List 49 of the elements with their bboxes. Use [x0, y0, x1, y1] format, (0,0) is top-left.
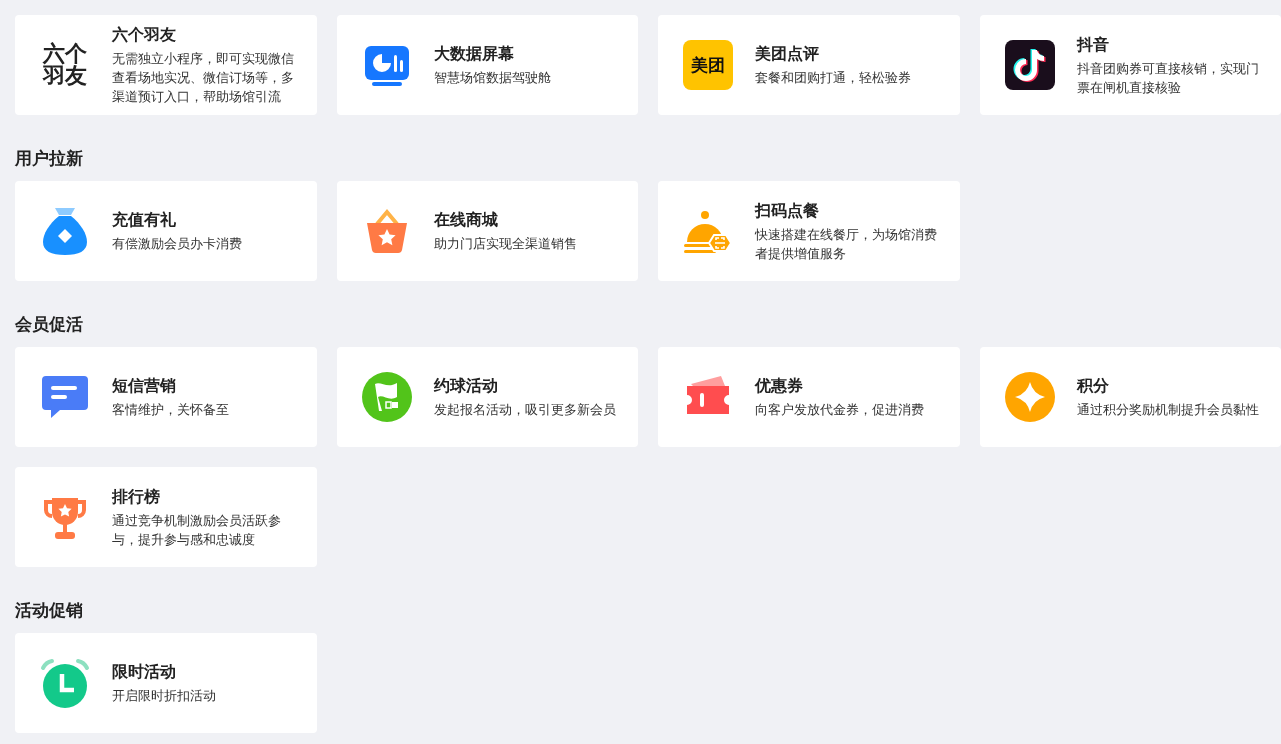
feature-card[interactable]: 充值有礼 有偿激励会员办卡消费 [15, 181, 317, 281]
feature-card[interactable]: 在线商城 助力门店实现全渠道销售 [336, 181, 638, 281]
card-title: 优惠券 [755, 375, 804, 397]
section-heading: 活动促销 [15, 600, 84, 620]
card-description: 抖音团购券可直接核销，实现门票在闸机直接核验 [1076, 59, 1260, 97]
flag-icon [361, 372, 412, 422]
feature-card[interactable]: 限时活动 开启限时折扣活动 [15, 633, 317, 733]
feature-card[interactable]: 扫码点餐 快速搭建在线餐厅，为场馆消费者提供增值服务 [658, 181, 960, 281]
card-description: 客情维护，关怀备至 [112, 401, 229, 419]
card-description: 有偿激励会员办卡消费 [112, 235, 242, 253]
card-title: 排行榜 [112, 485, 161, 508]
feature-card[interactable]: 优惠券 向客户发放代金券，促进消费 [658, 347, 960, 447]
note-icon [1004, 40, 1055, 90]
feature-card[interactable]: 积分 通过积分奖励机制提升会员黏性 [979, 347, 1281, 447]
feature-card[interactable]: 抖音 抖音团购券可直接核销，实现门票在闸机直接核验 [979, 15, 1281, 115]
card-description: 开启限时折扣活动 [112, 687, 216, 705]
card-title: 约球活动 [433, 375, 499, 397]
card-description: 智慧场馆数据驾驶舱 [433, 69, 551, 87]
card-description: 无需独立小程序，即可实现微信查看场地实况、微信订场等，多渠道预订入口，帮助场馆引流 [112, 50, 295, 106]
card-title: 抖音 [1076, 33, 1110, 56]
card-description: 通过积分奖励机制提升会员黏性 [1076, 401, 1259, 419]
feature-card[interactable]: 六个羽友 六个羽友 无需独立小程序，即可实现微信查看场地实况、微信订场等，多渠道预订入口，帮助场馆引流 [15, 15, 317, 115]
feature-card[interactable]: 约球活动 发起报名活动，吸引更多新会员 [336, 347, 638, 447]
card-title: 限时活动 [112, 661, 177, 683]
card-title: 积分 [1076, 375, 1110, 397]
section-heading: 会员促活 [15, 314, 84, 334]
coin-icon [1004, 372, 1055, 422]
feature-card[interactable]: 短信营销 客情维护，关怀备至 [15, 347, 317, 447]
logo-text: 六个羽友 [43, 43, 87, 87]
card-title: 大数据屏幕 [433, 43, 515, 65]
section-heading: 用户拉新 [15, 148, 84, 168]
card-title: 充值有礼 [112, 209, 177, 231]
card-title: 扫码点餐 [755, 199, 820, 222]
card-description: 向客户发放代金券，促进消费 [755, 401, 924, 419]
card-title: 在线商城 [433, 209, 499, 231]
app-logo: 美团 [683, 40, 733, 90]
alarm-clock-icon [40, 658, 90, 708]
card-title: 美团点评 [755, 43, 820, 65]
card-description: 套餐和团购打通，轻松验券 [755, 69, 911, 87]
card-description: 发起报名活动，吸引更多新会员 [433, 401, 616, 419]
feature-card[interactable]: 大数据屏幕 智慧场馆数据驾驶舱 [336, 15, 638, 115]
card-title: 短信营销 [112, 375, 177, 397]
card-description: 助力门店实现全渠道销售 [433, 235, 577, 253]
card-description: 通过竞争机制激励会员活跃参与，提升参与感和忠诚度 [112, 511, 282, 549]
card-title: 六个羽友 [112, 24, 177, 46]
feature-card[interactable]: 排行榜 通过竞争机制激励会员活跃参与，提升参与感和忠诚度 [15, 467, 317, 567]
money-bag-icon [40, 206, 90, 256]
card-description: 快速搭建在线餐厅，为场馆消费者提供增值服务 [755, 225, 938, 263]
feature-card[interactable]: 美团 美团点评 套餐和团购打通，轻松验券 [658, 15, 960, 115]
